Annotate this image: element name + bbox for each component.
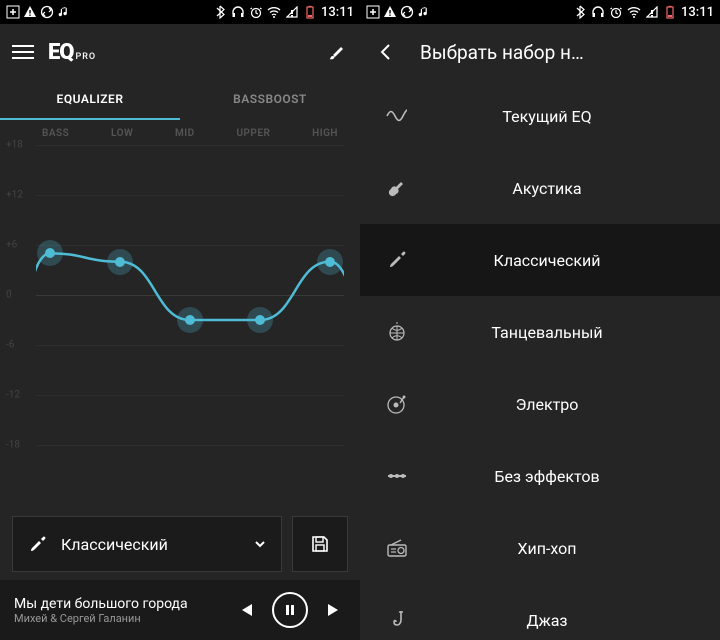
preset-item-2[interactable]: Классический xyxy=(360,224,720,296)
eq-node-mid[interactable] xyxy=(177,307,203,333)
alarm-icon xyxy=(609,5,623,19)
save-icon xyxy=(309,533,331,555)
eq-node-upper[interactable] xyxy=(247,307,273,333)
page-title: Выбрать набор н… xyxy=(420,41,584,64)
eq-curve xyxy=(36,145,344,445)
preset-list: Текущий EQ Акустика Классический Танцевальн… xyxy=(360,80,720,640)
preset-row: Классический xyxy=(12,516,348,572)
preset-item-label: Без эффектов xyxy=(398,467,696,486)
warning-icon xyxy=(23,5,37,19)
tab-equalizer[interactable]: EQUALIZER xyxy=(0,80,180,120)
eq-chart[interactable]: +18+12+60-6-12-18 xyxy=(36,145,344,445)
bluetooth-icon xyxy=(213,5,227,19)
preset-item-label: Акустика xyxy=(398,179,696,198)
plus-icon xyxy=(6,5,20,19)
preset-item-5[interactable]: Без эффектов xyxy=(360,440,720,512)
preset-item-label: Хип-хоп xyxy=(398,539,696,558)
theme-button[interactable] xyxy=(326,41,348,63)
preset-item-0[interactable]: Текущий EQ xyxy=(360,80,720,152)
tab-bar: EQUALIZER BASSBOOST xyxy=(0,80,360,120)
plus-icon xyxy=(366,5,380,19)
band-label: UPPER xyxy=(236,128,270,139)
back-button[interactable] xyxy=(376,42,396,62)
status-clock: 13:11 xyxy=(321,5,354,20)
preset-item-label: Танцевальный xyxy=(398,323,696,342)
band-label: BASS xyxy=(42,128,69,139)
y-tick: -6 xyxy=(6,340,14,351)
equalizer-screen: 13:11 EQPRO EQUALIZER BASSBOOST BASS LOW… xyxy=(0,0,360,640)
preset-item-3[interactable]: Танцевальный xyxy=(360,296,720,368)
save-preset-button[interactable] xyxy=(292,516,348,572)
preset-item-label: Классический xyxy=(398,251,696,270)
headphones-icon xyxy=(591,5,605,19)
eq-node-high[interactable] xyxy=(317,249,343,275)
next-button[interactable] xyxy=(322,598,346,622)
preset-item-label: Джаз xyxy=(398,611,696,630)
preset-item-4[interactable]: Электро xyxy=(360,368,720,440)
bluetooth-icon xyxy=(573,5,587,19)
track-title: Мы дети большого города xyxy=(14,596,234,612)
battery-icon xyxy=(663,5,677,19)
eq-node-low[interactable] xyxy=(107,249,133,275)
tab-bassboost[interactable]: BASSBOOST xyxy=(180,80,360,120)
y-tick: 0 xyxy=(6,290,12,301)
wifi-icon xyxy=(627,5,641,19)
y-tick: -12 xyxy=(6,390,20,401)
status-bar: 13:11 xyxy=(0,0,360,24)
music-icon xyxy=(417,5,431,19)
signal-icon xyxy=(645,5,659,19)
menu-button[interactable] xyxy=(12,41,34,63)
preset-header: Выбрать набор н… xyxy=(360,24,720,80)
preset-item-1[interactable]: Акустика xyxy=(360,152,720,224)
status-bar: 13:11 xyxy=(360,0,720,24)
equalizer-panel: BASS LOW MID UPPER HIGH +18+12+60-6-12-1… xyxy=(0,120,360,460)
y-tick: +18 xyxy=(6,140,23,151)
prev-button[interactable] xyxy=(234,598,258,622)
y-tick: +6 xyxy=(6,240,17,251)
music-icon xyxy=(57,5,71,19)
band-labels: BASS LOW MID UPPER HIGH xyxy=(36,128,344,139)
app-header: EQPRO xyxy=(0,24,360,80)
preset-item-6[interactable]: Хип-хоп xyxy=(360,512,720,584)
pause-button[interactable] xyxy=(272,592,308,628)
preset-item-label: Электро xyxy=(398,395,696,414)
band-label: HIGH xyxy=(312,128,338,139)
band-label: MID xyxy=(175,128,195,139)
preset-label: Классический xyxy=(61,535,241,554)
chevron-down-icon xyxy=(253,537,267,551)
sync-icon xyxy=(40,5,54,19)
violin-icon xyxy=(27,533,49,555)
warning-icon xyxy=(383,5,397,19)
alarm-icon xyxy=(249,5,263,19)
track-artist: Михей & Сергей Галанин xyxy=(14,612,234,625)
preset-picker-screen: 13:11 Выбрать набор н… Текущий EQ Акустик… xyxy=(360,0,720,640)
preset-item-label: Текущий EQ xyxy=(398,107,696,126)
signal-icon xyxy=(285,5,299,19)
track-info: Мы дети большого города Михей & Сергей Г… xyxy=(14,596,234,625)
now-playing-bar[interactable]: Мы дети большого города Михей & Сергей Г… xyxy=(0,580,360,640)
band-label: LOW xyxy=(111,128,133,139)
app-logo: EQPRO xyxy=(48,40,96,65)
headphones-icon xyxy=(231,5,245,19)
preset-select-button[interactable]: Классический xyxy=(12,516,282,572)
status-clock: 13:11 xyxy=(681,5,714,20)
preset-item-7[interactable]: Джаз xyxy=(360,584,720,640)
y-tick: +12 xyxy=(6,190,23,201)
wifi-icon xyxy=(267,5,281,19)
battery-icon xyxy=(303,5,317,19)
sync-icon xyxy=(400,5,414,19)
y-tick: -18 xyxy=(6,440,20,451)
eq-node-bass[interactable] xyxy=(37,240,63,266)
